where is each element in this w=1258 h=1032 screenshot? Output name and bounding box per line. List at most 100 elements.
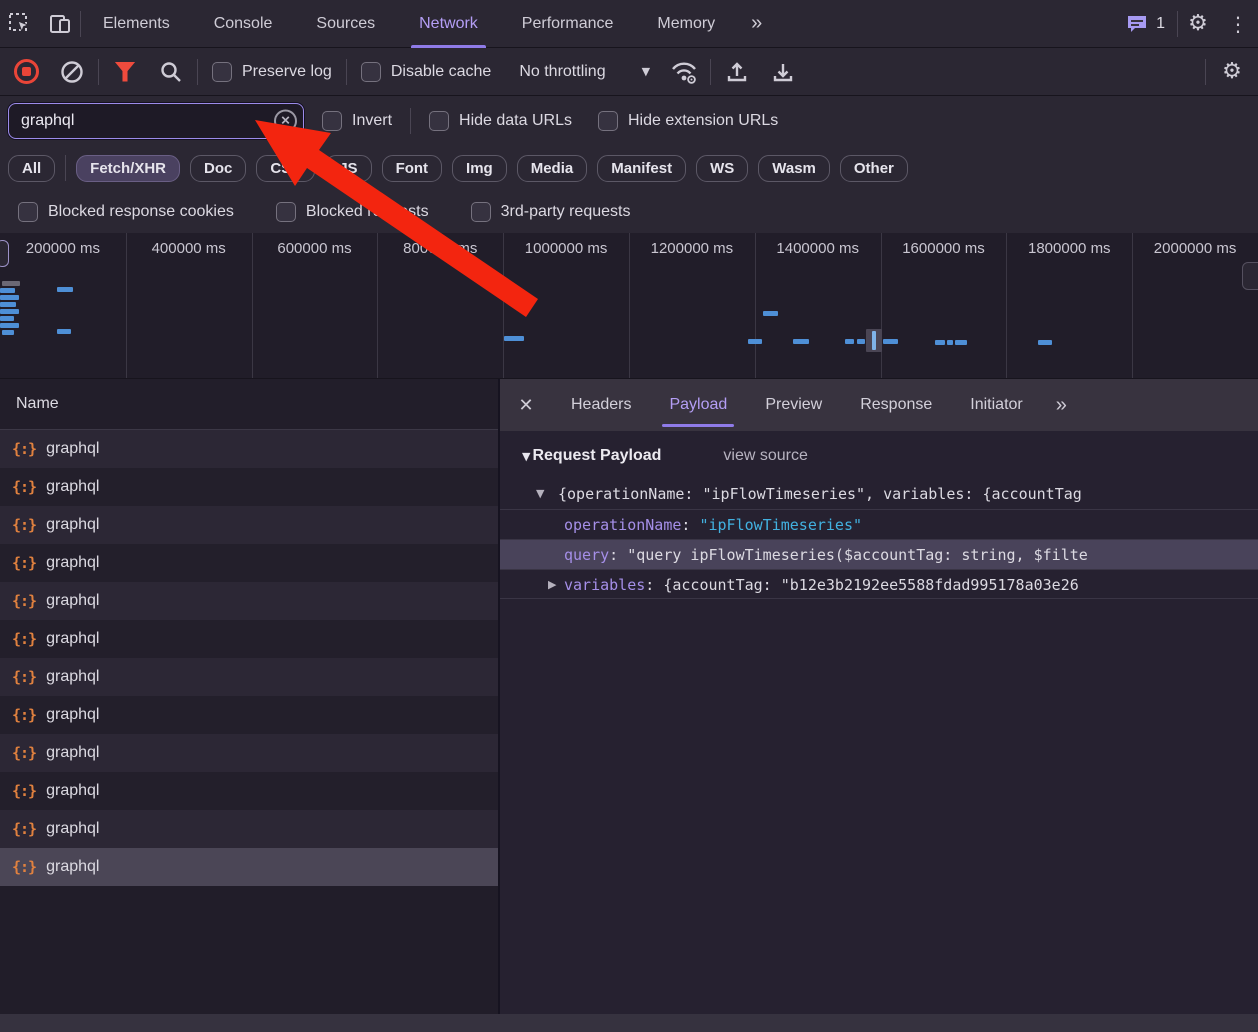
details-tab-headers[interactable]: Headers	[552, 379, 650, 431]
filter-chip-css[interactable]: CSS	[256, 154, 316, 182]
preserve-log-checkbox[interactable]	[212, 61, 232, 82]
payload-row-2[interactable]: query: "query ipFlowTimeseries($accountT…	[500, 539, 1258, 569]
filter-chip-wasm[interactable]: Wasm	[758, 154, 830, 182]
disable-cache-checkbox[interactable]	[360, 61, 381, 82]
request-row-11[interactable]: {:} graphql	[0, 848, 498, 886]
issues-counter[interactable]: 1	[1114, 14, 1177, 34]
kebab-menu-icon[interactable]: ⋮	[1218, 4, 1258, 44]
request-row-0[interactable]: {:} graphql	[0, 430, 498, 468]
bottom-scrollbar-track[interactable]	[0, 1014, 1258, 1032]
request-row-3[interactable]: {:} graphql	[0, 544, 498, 582]
blocked-requests-toggle[interactable]: Blocked requests	[268, 202, 437, 222]
filter-chip-img[interactable]: Img	[452, 154, 507, 182]
details-tab-payload[interactable]: Payload	[650, 379, 746, 431]
import-har-icon[interactable]	[717, 52, 757, 92]
json-braces-icon: {:}	[12, 706, 37, 724]
blocked-response-cookies-checkbox[interactable]	[18, 202, 38, 222]
collapsed-triangle-icon[interactable]: ▶	[548, 570, 556, 598]
details-more-tabs-icon[interactable]: »	[1042, 394, 1079, 417]
device-toolbar-icon[interactable]	[40, 4, 80, 44]
blocked-requests-checkbox[interactable]	[275, 202, 296, 222]
request-row-8[interactable]: {:} graphql	[0, 734, 498, 772]
request-name: graphql	[46, 630, 100, 647]
more-tabs-icon[interactable]: »	[737, 12, 774, 35]
blocked-response-cookies-toggle[interactable]: Blocked response cookies	[10, 202, 242, 222]
request-name: graphql	[46, 554, 100, 571]
tab-sources[interactable]: Sources	[294, 0, 397, 48]
waterfall-bar	[872, 331, 876, 350]
requests-panel: Name {:} graphql {:} graphql {:} graphql {:} gr…	[0, 379, 500, 1014]
timeline-tick-label: 800000 ms	[403, 240, 478, 257]
timeline-gridline	[1132, 233, 1134, 378]
search-icon[interactable]	[151, 52, 191, 92]
filter-input[interactable]: graphql ✕	[8, 102, 304, 139]
filter-icon[interactable]	[105, 52, 145, 92]
payload-value: {operationName: "ipFlowTimeseries", vari…	[558, 485, 1082, 503]
request-row-7[interactable]: {:} graphql	[0, 696, 498, 734]
request-row-10[interactable]: {:} graphql	[0, 810, 498, 848]
request-payload-section[interactable]: ▼ Request Payload view source	[500, 431, 1258, 469]
tab-console[interactable]: Console	[192, 0, 295, 48]
export-har-icon[interactable]	[763, 52, 803, 92]
tab-performance[interactable]: Performance	[500, 0, 636, 48]
tab-network[interactable]: Network	[397, 0, 500, 48]
close-details-icon[interactable]: ✕	[500, 395, 552, 416]
filter-chip-media[interactable]: Media	[516, 154, 588, 182]
details-tab-response[interactable]: Response	[841, 379, 951, 431]
filter-chip-fetch-xhr[interactable]: Fetch/XHR	[76, 154, 181, 182]
filter-chip-font[interactable]: Font	[381, 154, 443, 182]
filter-chip-ws[interactable]: WS	[696, 154, 749, 182]
waterfall-bar	[947, 340, 953, 345]
filter-chip-js[interactable]: JS	[325, 154, 372, 182]
timeline-tick-label: 1200000 ms	[650, 240, 734, 257]
invert-checkbox[interactable]	[322, 110, 342, 131]
issues-bubble-icon	[1128, 15, 1147, 32]
request-row-9[interactable]: {:} graphql	[0, 772, 498, 810]
tab-memory[interactable]: Memory	[635, 0, 737, 48]
details-tab-initiator[interactable]: Initiator	[951, 379, 1041, 431]
network-settings-gear-icon[interactable]: ⚙	[1212, 52, 1252, 92]
request-row-1[interactable]: {:} graphql	[0, 468, 498, 506]
disable-cache-toggle[interactable]: Disable cache	[353, 61, 500, 82]
request-row-4[interactable]: {:} graphql	[0, 582, 498, 620]
network-main-panel: Name {:} graphql {:} graphql {:} graphql {:} gr…	[0, 379, 1258, 1014]
view-source-link[interactable]: view source	[723, 447, 807, 465]
hide-extension-urls-toggle[interactable]: Hide extension URLs	[590, 110, 786, 131]
payload-row-0[interactable]: ▼ {operationName: "ipFlowTimeseries", var…	[500, 479, 1258, 509]
clear-filter-icon[interactable]: ✕	[274, 109, 297, 132]
clear-network-log-icon[interactable]	[52, 52, 92, 92]
request-row-5[interactable]: {:} graphql	[0, 620, 498, 658]
waterfall-bar	[0, 288, 15, 293]
inspect-element-icon[interactable]	[0, 4, 40, 44]
third-party-requests-toggle[interactable]: 3rd-party requests	[463, 202, 639, 222]
filter-chip-all[interactable]: All	[8, 154, 56, 182]
third-party-requests-checkbox[interactable]	[470, 202, 491, 222]
request-row-2[interactable]: {:} graphql	[0, 506, 498, 544]
request-name: graphql	[46, 592, 100, 609]
waterfall-bar	[955, 340, 967, 345]
filter-chip-other[interactable]: Other	[839, 154, 908, 182]
throttling-dropdown[interactable]: No throttling ▼	[505, 63, 658, 81]
record-network-log-icon[interactable]	[6, 52, 46, 92]
hide-data-urls-checkbox[interactable]	[429, 110, 450, 131]
request-row-6[interactable]: {:} graphql	[0, 658, 498, 696]
payload-row-3[interactable]: ▶ variables: {accountTag: "b12e3b2192ee55…	[500, 569, 1258, 599]
name-column-header[interactable]: Name	[0, 379, 498, 430]
invert-toggle[interactable]: Invert	[314, 110, 400, 131]
request-options-row: Blocked response cookies Blocked request…	[0, 191, 1258, 233]
payload-row-1[interactable]: operationName: "ipFlowTimeseries"	[500, 509, 1258, 539]
network-overview-timeline[interactable]: 200000 ms 400000 ms 600000 ms 800000 ms 1000…	[0, 233, 1258, 379]
payload-value: {accountTag: "b12e3b2192ee5588fdad995178…	[663, 576, 1079, 594]
preserve-log-toggle[interactable]: Preserve log	[204, 61, 340, 82]
filter-chip-doc[interactable]: Doc	[190, 154, 247, 182]
overview-right-handle[interactable]	[1242, 262, 1258, 290]
tab-elements[interactable]: Elements	[81, 0, 192, 48]
filter-chip-manifest[interactable]: Manifest	[597, 154, 687, 182]
network-conditions-icon[interactable]	[664, 52, 704, 92]
hide-extension-urls-checkbox[interactable]	[597, 110, 618, 131]
request-name: graphql	[46, 820, 100, 837]
settings-gear-icon[interactable]: ⚙	[1178, 4, 1218, 44]
hide-data-urls-toggle[interactable]: Hide data URLs	[421, 110, 580, 131]
details-tab-preview[interactable]: Preview	[746, 379, 841, 431]
expanded-triangle-icon[interactable]: ▼	[536, 479, 544, 509]
